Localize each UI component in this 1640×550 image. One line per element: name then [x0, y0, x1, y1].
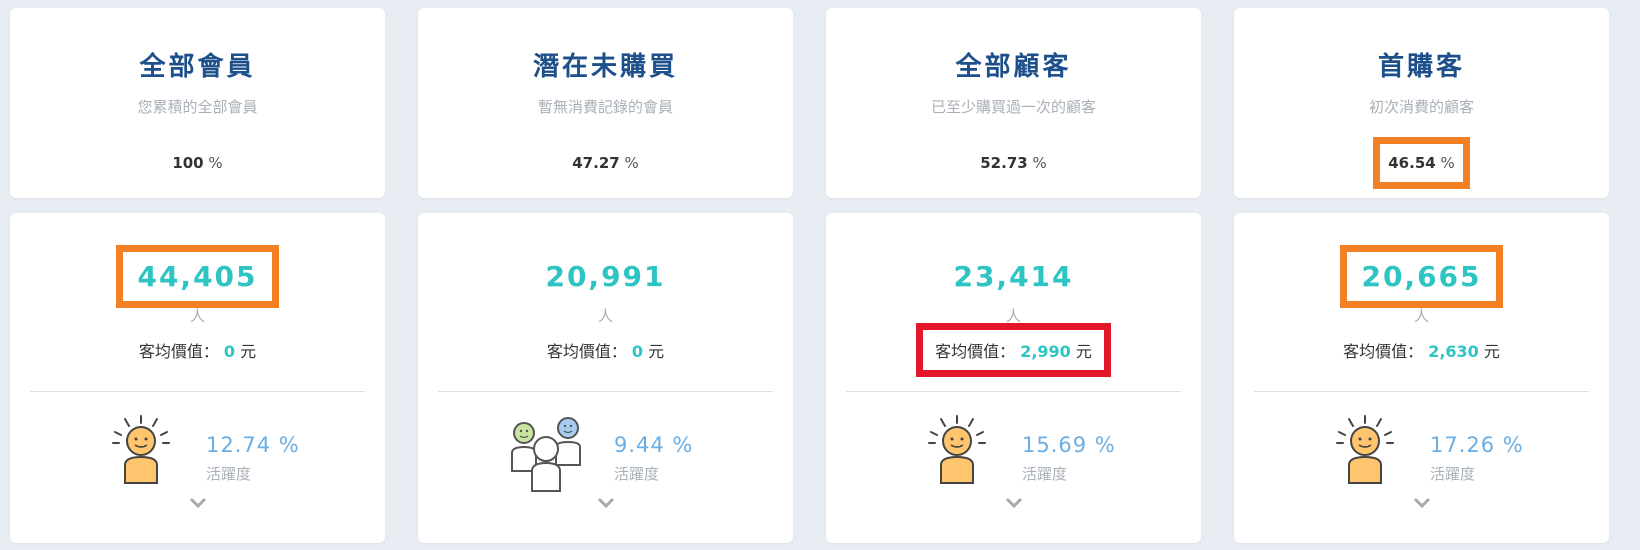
divider [30, 391, 365, 392]
member-count: 20,991 [545, 260, 666, 293]
segment-subtitle: 初次消費的顧客 [1368, 98, 1474, 116]
activity-row: 9.44 % 活躍度 [418, 413, 793, 493]
segment-summary-card[interactable]: 首購客 初次消費的顧客 46.54 % [1234, 8, 1609, 198]
segment-subtitle: 您累積的全部會員 [137, 98, 258, 116]
segment-percent: 100 % [172, 154, 223, 172]
segment-detail-card: 20,665 人 客均價值： 2,630 元 17.26 % 活躍度 [1234, 213, 1609, 543]
divider [846, 391, 1181, 392]
activity-row: 15.69 % 活躍度 [826, 413, 1201, 493]
segment-subtitle: 已至少購買過一次的顧客 [930, 98, 1096, 116]
activity-label: 活躍度 [206, 465, 252, 483]
segment-summary-card[interactable]: 全部會員 您累積的全部會員 100 % [10, 8, 385, 198]
segment-title: 全部顧客 [955, 52, 1072, 82]
chevron-down-icon[interactable] [188, 496, 208, 510]
activity-percent: 9.44 % [614, 433, 694, 457]
activity-label: 活躍度 [614, 465, 660, 483]
single-person-icon [928, 415, 986, 484]
segment-percent: 52.73 % [980, 154, 1047, 172]
chevron-down-icon[interactable] [1412, 496, 1432, 510]
segment-title: 首購客 [1377, 52, 1465, 82]
chevron-down-icon[interactable] [1004, 496, 1024, 510]
activity-row: 12.74 % 活躍度 [10, 413, 385, 493]
member-count: 20,665 [1340, 245, 1503, 308]
segment-title: 全部會員 [139, 52, 256, 82]
count-unit: 人 [597, 307, 613, 325]
segment-percent: 47.27 % [572, 154, 639, 172]
divider [1254, 391, 1589, 392]
member-count: 44,405 [116, 245, 279, 308]
segment-column-all-customers: 全部顧客 已至少購買過一次的顧客 52.73 % 23,414 人 客均價值： … [826, 8, 1201, 543]
divider [438, 391, 773, 392]
count-unit: 人 [189, 307, 205, 325]
segment-detail-card: 23,414 人 客均價值： 2,990 元 15.69 % 活躍度 [826, 213, 1201, 543]
activity-percent: 17.26 % [1430, 433, 1524, 457]
segment-subtitle: 暫無消費記錄的會員 [537, 98, 673, 116]
avg-value: 客均價值： 2,630 元 [1343, 342, 1500, 361]
segment-detail-card: 20,991 人 客均價值： 0 元 9.44 % 活躍度 [418, 213, 793, 543]
segment-detail-card: 44,405 人 客均價值： 0 元 12.74 % 活躍度 [10, 213, 385, 543]
activity-percent: 15.69 % [1022, 433, 1116, 457]
activity-label: 活躍度 [1430, 465, 1476, 483]
group-people-icon [511, 417, 581, 492]
member-count: 23,414 [953, 260, 1074, 293]
count-unit: 人 [1413, 307, 1429, 325]
activity-percent: 12.74 % [206, 433, 300, 457]
segment-column-first-purchase: 首購客 初次消費的顧客 46.54 % 20,665 人 客均價值： 2,630… [1234, 8, 1609, 543]
activity-label: 活躍度 [1022, 465, 1068, 483]
chevron-down-icon[interactable] [596, 496, 616, 510]
single-person-icon [112, 415, 170, 484]
avg-value: 客均價值： 2,990 元 [826, 323, 1201, 377]
activity-row: 17.26 % 活躍度 [1234, 413, 1609, 493]
segment-column-all-members: 全部會員 您累積的全部會員 100 % 44,405 人 客均價值： 0 元 1… [10, 8, 385, 543]
avg-value: 客均價值： 0 元 [546, 342, 665, 361]
single-person-icon [1336, 415, 1394, 484]
segment-column-potential: 潛在未購買 暫無消費記錄的會員 47.27 % 20,991 人 客均價值： 0… [418, 8, 793, 543]
segment-summary-card[interactable]: 全部顧客 已至少購買過一次的顧客 52.73 % [826, 8, 1201, 198]
segment-summary-card[interactable]: 潛在未購買 暫無消費記錄的會員 47.27 % [418, 8, 793, 198]
segment-title: 潛在未購買 [532, 52, 678, 82]
avg-value: 客均價值： 0 元 [138, 342, 257, 361]
segment-percent: 46.54 % [1234, 137, 1609, 189]
